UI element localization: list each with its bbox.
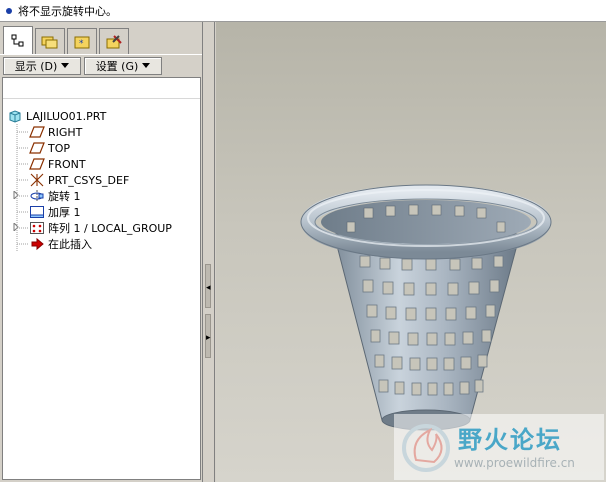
tree-item-label: 在此插入 [48, 238, 92, 251]
tab-connections[interactable] [99, 28, 129, 54]
panel-splitter[interactable]: ◂ ▸ [203, 22, 215, 482]
tab-model-tree[interactable] [3, 26, 33, 54]
folder-browser-icon [41, 36, 58, 48]
display-dropdown-label: 显示 (D) [14, 59, 58, 73]
navigator-tabs: * [3, 26, 131, 54]
tree-connector-lines [16, 124, 29, 252]
tree-item-label: PRT_CSYS_DEF [48, 173, 130, 187]
navigator-toolbar: 显示 (D) 设置 (G) [0, 54, 202, 76]
message-bullet-icon [6, 7, 12, 14]
watermark-title: 野火论坛 [458, 426, 562, 454]
svg-text:*: * [79, 39, 84, 49]
forum-logo-icon [402, 424, 450, 472]
model-tree-header [3, 78, 200, 99]
connections-icon [106, 34, 122, 48]
tree-item-csys[interactable]: PRT_CSYS_DEF [29, 172, 129, 188]
expand-right-icon[interactable]: ▸ [206, 334, 211, 343]
tab-folder-browser[interactable] [35, 28, 65, 54]
forum-watermark: 野火论坛 www.proewildfire.cn [394, 414, 604, 480]
tree-item-label: FRONT [48, 157, 86, 171]
tree-item-label: 加厚 1 [48, 206, 81, 219]
chevron-down-icon [61, 63, 70, 68]
model-tree[interactable]: LAJILUO01.PRT RIGHT TOP FRONT PRT_CSYS_D… [2, 77, 201, 480]
tree-item-pattern[interactable]: 阵列 1 / LOCAL_GROUP [29, 220, 172, 236]
tree-item-label: 阵列 1 / LOCAL_GROUP [48, 222, 172, 235]
watermark-url: www.proewildfire.cn [454, 456, 575, 470]
message-text: 将不显示旋转中心。 [18, 4, 117, 18]
trash-basket-model [300, 184, 552, 431]
tree-item-label: 旋转 1 [48, 190, 81, 203]
tree-item-label: TOP [48, 141, 71, 155]
favorites-icon: * [74, 36, 90, 49]
message-bar: 将不显示旋转中心。 [0, 0, 606, 22]
tab-favorites[interactable]: * [67, 28, 97, 54]
settings-dropdown-label: 设置 (G) [95, 59, 139, 73]
collapse-left-icon[interactable]: ◂ [206, 284, 211, 293]
tree-item-label: RIGHT [48, 125, 83, 139]
graphics-viewport[interactable] [216, 22, 606, 482]
navigator-panel: * 显示 (D) 设置 (G) LAJILUO01.PRT RIGHT TOP … [0, 22, 203, 482]
display-dropdown[interactable]: 显示 (D) [3, 56, 81, 75]
settings-dropdown[interactable]: 设置 (G) [84, 56, 162, 75]
chevron-down-icon [142, 63, 151, 68]
model-tree-icon [11, 34, 24, 46]
